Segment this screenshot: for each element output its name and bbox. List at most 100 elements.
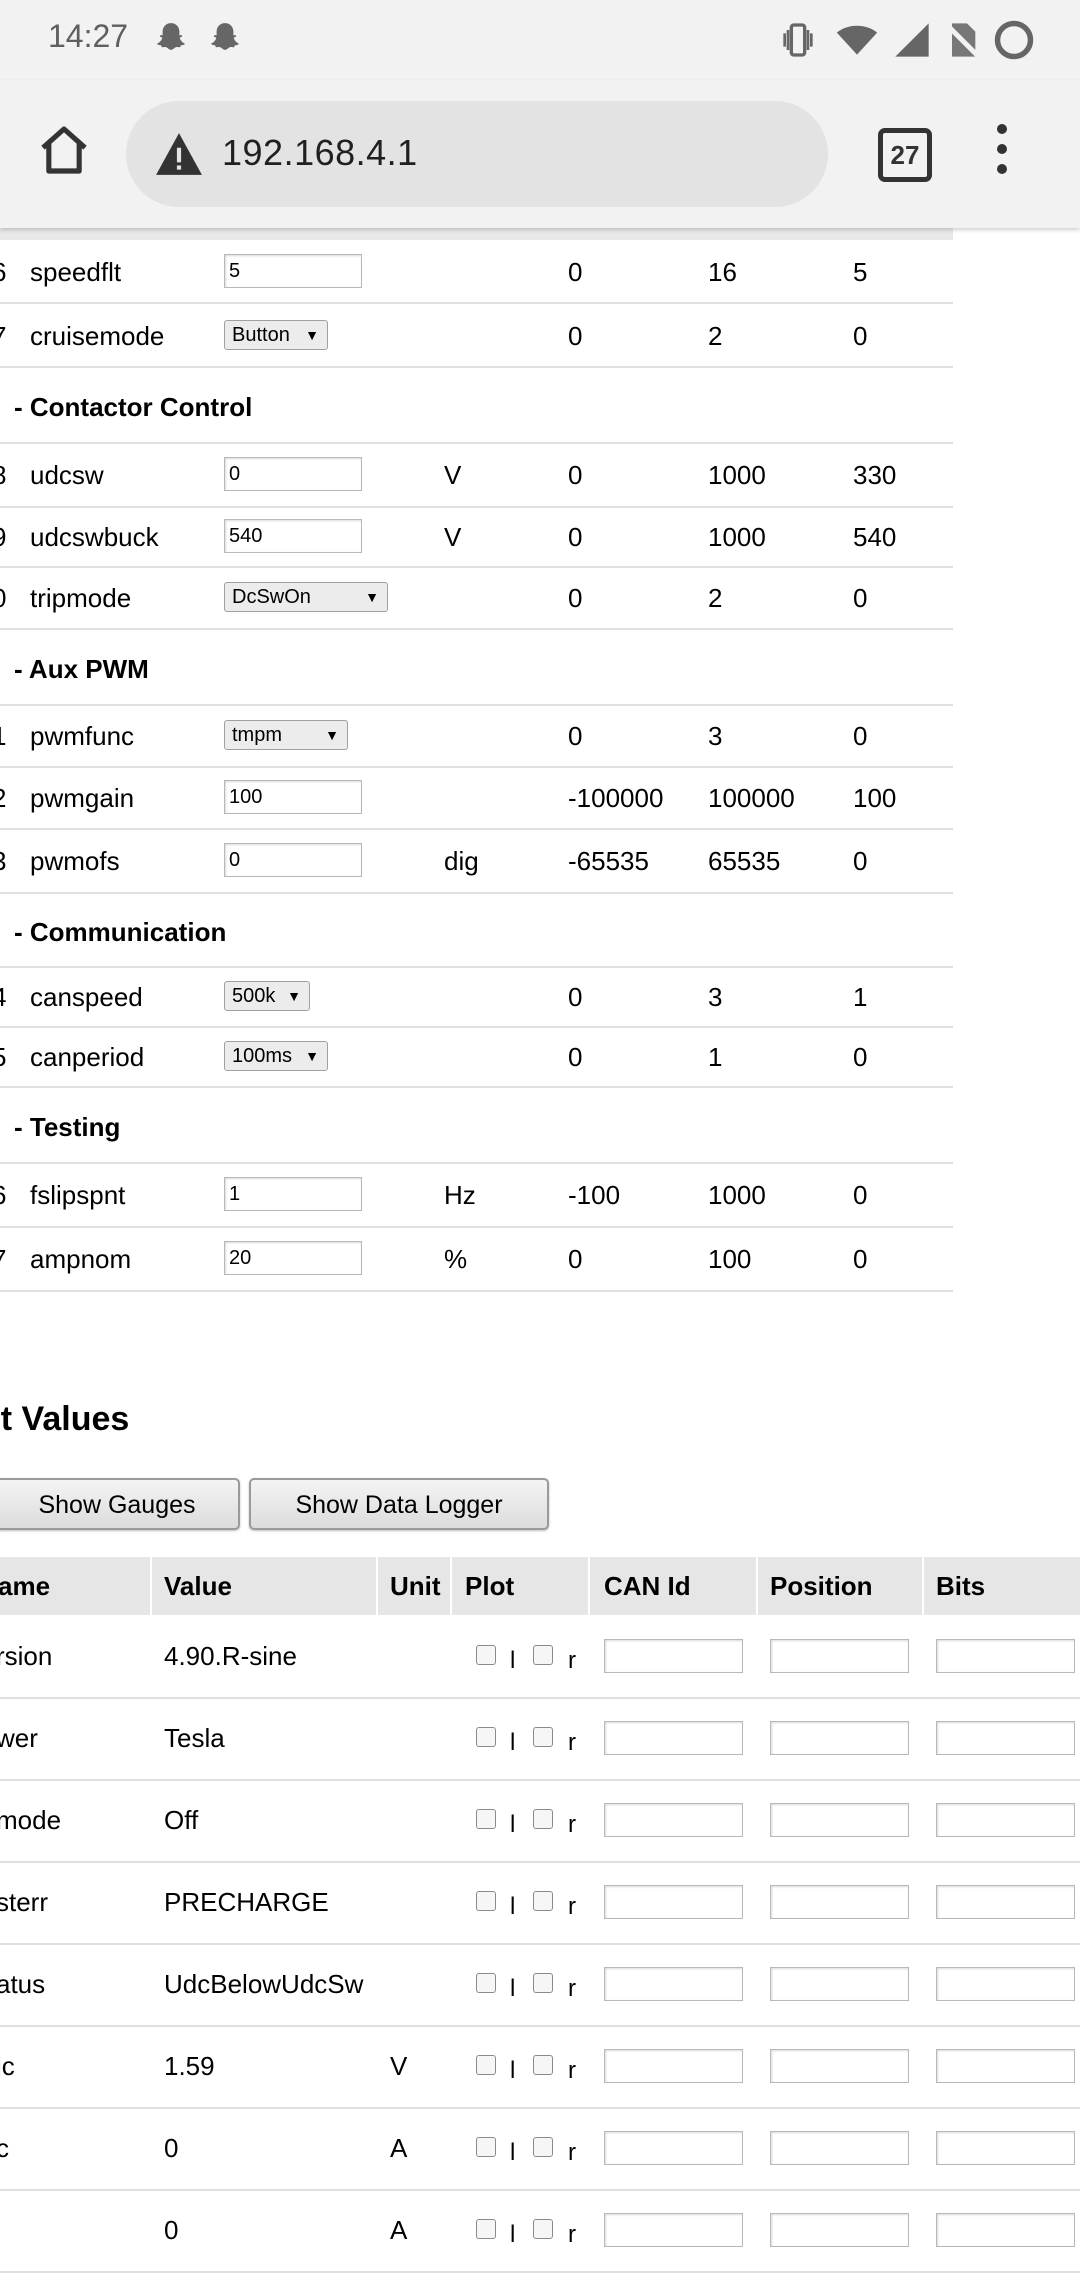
param-name: udcsw: [30, 460, 104, 490]
plot-right-checkbox[interactable]: [533, 2055, 553, 2075]
fslipspnt-input[interactable]: 1: [224, 1177, 362, 1211]
param-row-tripmode: 0 tripmode DcSwOn ▼ 0 2 0: [0, 566, 953, 630]
plot-left-checkbox[interactable]: [476, 1809, 496, 1829]
can-id-input[interactable]: [604, 2213, 743, 2247]
param-row-pwmgain: 2 pwmgain 100 -100000 100000 100: [0, 766, 953, 830]
param-default: 0: [853, 1180, 868, 1210]
bits-input[interactable]: [936, 1967, 1075, 2001]
param-max: 1000: [708, 522, 766, 552]
position-input[interactable]: [770, 1721, 909, 1755]
udcsw-input[interactable]: 0: [224, 457, 362, 491]
param-max: 100000: [708, 783, 795, 813]
can-id-input[interactable]: [604, 1803, 743, 1837]
can-id-input[interactable]: [604, 1885, 743, 1919]
ampnom-input[interactable]: 20: [224, 1241, 362, 1275]
tabs-icon[interactable]: 27: [878, 128, 932, 182]
position-input[interactable]: [770, 1885, 909, 1919]
can-id-input[interactable]: [604, 1721, 743, 1755]
plot-right-checkbox[interactable]: [533, 2219, 553, 2239]
param-row-canspeed: 4 canspeed 500k ▼ 0 3 1: [0, 966, 953, 1028]
position-input[interactable]: [770, 1967, 909, 2001]
plot-right-checkbox[interactable]: [533, 1809, 553, 1829]
bits-input[interactable]: [936, 1803, 1075, 1837]
param-default: 100: [853, 783, 897, 813]
can-id-input[interactable]: [604, 1639, 743, 1673]
tripmode-select[interactable]: DcSwOn ▼: [224, 582, 388, 612]
param-min: 0: [568, 1042, 583, 1072]
bits-input[interactable]: [936, 1721, 1075, 1755]
more-menu-icon[interactable]: [994, 124, 1010, 180]
snapchat-icon: [211, 23, 239, 50]
param-min: 0: [568, 721, 583, 751]
param-index: 7: [0, 1244, 6, 1275]
plot-left-checkbox[interactable]: [476, 2219, 496, 2239]
plot-left-label: l: [510, 2139, 516, 2166]
cruisemode-select[interactable]: Button ▼: [224, 320, 328, 350]
bits-input[interactable]: [936, 2213, 1075, 2247]
param-max: 1: [708, 1042, 723, 1072]
param-row-speedflt: 6 speedflt 5 0 16 5: [0, 240, 953, 304]
param-name: canperiod: [30, 1042, 145, 1072]
header-value: Value: [164, 1571, 232, 1601]
canperiod-select[interactable]: 100ms ▼: [224, 1041, 328, 1071]
bits-input[interactable]: [936, 1639, 1075, 1673]
position-input[interactable]: [770, 2131, 909, 2165]
position-input[interactable]: [770, 1639, 909, 1673]
bits-input[interactable]: [936, 2131, 1075, 2165]
plot-right-checkbox[interactable]: [533, 1727, 553, 1747]
param-unit: %: [444, 1244, 468, 1274]
value-name: atus: [0, 1969, 46, 1999]
show-gauges-button[interactable]: Show Gauges: [0, 1478, 240, 1530]
value-row: wer Tesla l r: [0, 1697, 1080, 1781]
values-table-header: ame Value Unit Plot CAN Id Position Bits: [0, 1557, 1080, 1615]
value-value: 4.90.R-sine: [164, 1641, 297, 1671]
plot-left-checkbox[interactable]: [476, 2137, 496, 2157]
param-default: 0: [853, 846, 868, 876]
plot-left-checkbox[interactable]: [476, 2055, 496, 2075]
param-min: 0: [568, 257, 583, 287]
address-bar[interactable]: 192.168.4.1: [126, 101, 828, 207]
dropdown-arrow-icon: ▼: [365, 589, 379, 605]
udcswbuck-input[interactable]: 540: [224, 519, 362, 553]
value-name: lc: [0, 2051, 15, 2081]
param-default: 0: [853, 1244, 868, 1274]
plot-values-title: ot Values: [0, 1400, 130, 1438]
can-id-input[interactable]: [604, 2049, 743, 2083]
home-icon[interactable]: [36, 122, 92, 178]
plot-left-checkbox[interactable]: [476, 1727, 496, 1747]
can-id-input[interactable]: [604, 2131, 743, 2165]
plot-right-label: r: [568, 1811, 576, 1838]
param-index: 5: [0, 1042, 6, 1073]
speedflt-input[interactable]: 5: [224, 254, 362, 288]
status-bar: 14:27: [0, 0, 1080, 80]
can-id-input[interactable]: [604, 1967, 743, 2001]
plot-left-checkbox[interactable]: [476, 1891, 496, 1911]
plot-left-checkbox[interactable]: [476, 1645, 496, 1665]
param-name: pwmofs: [30, 846, 120, 876]
canspeed-select[interactable]: 500k ▼: [224, 981, 310, 1011]
plot-right-checkbox[interactable]: [533, 1973, 553, 1993]
pwmofs-input[interactable]: 0: [224, 843, 362, 877]
param-min: -100000: [568, 783, 664, 813]
warning-icon[interactable]: [154, 131, 204, 177]
position-input[interactable]: [770, 1803, 909, 1837]
param-index: 0: [0, 583, 6, 614]
bits-input[interactable]: [936, 2049, 1075, 2083]
param-name: ampnom: [30, 1244, 132, 1274]
param-unit: Hz: [444, 1180, 476, 1210]
position-input[interactable]: [770, 2049, 909, 2083]
plot-right-checkbox[interactable]: [533, 1891, 553, 1911]
position-input[interactable]: [770, 2213, 909, 2247]
url-text[interactable]: 192.168.4.1: [222, 132, 418, 174]
pwmgain-input[interactable]: 100: [224, 780, 362, 814]
show-data-logger-button[interactable]: Show Data Logger: [249, 1478, 549, 1530]
dropdown-arrow-icon: ▼: [305, 327, 319, 343]
bits-input[interactable]: [936, 1885, 1075, 1919]
value-row: c 0 Al r: [0, 2107, 1080, 2191]
plot-right-checkbox[interactable]: [533, 1645, 553, 1665]
pwmfunc-select[interactable]: tmpm ▼: [224, 720, 348, 750]
plot-right-checkbox[interactable]: [533, 2137, 553, 2157]
table-top-strip: [0, 228, 953, 240]
param-min: 0: [568, 321, 583, 351]
plot-left-checkbox[interactable]: [476, 1973, 496, 1993]
